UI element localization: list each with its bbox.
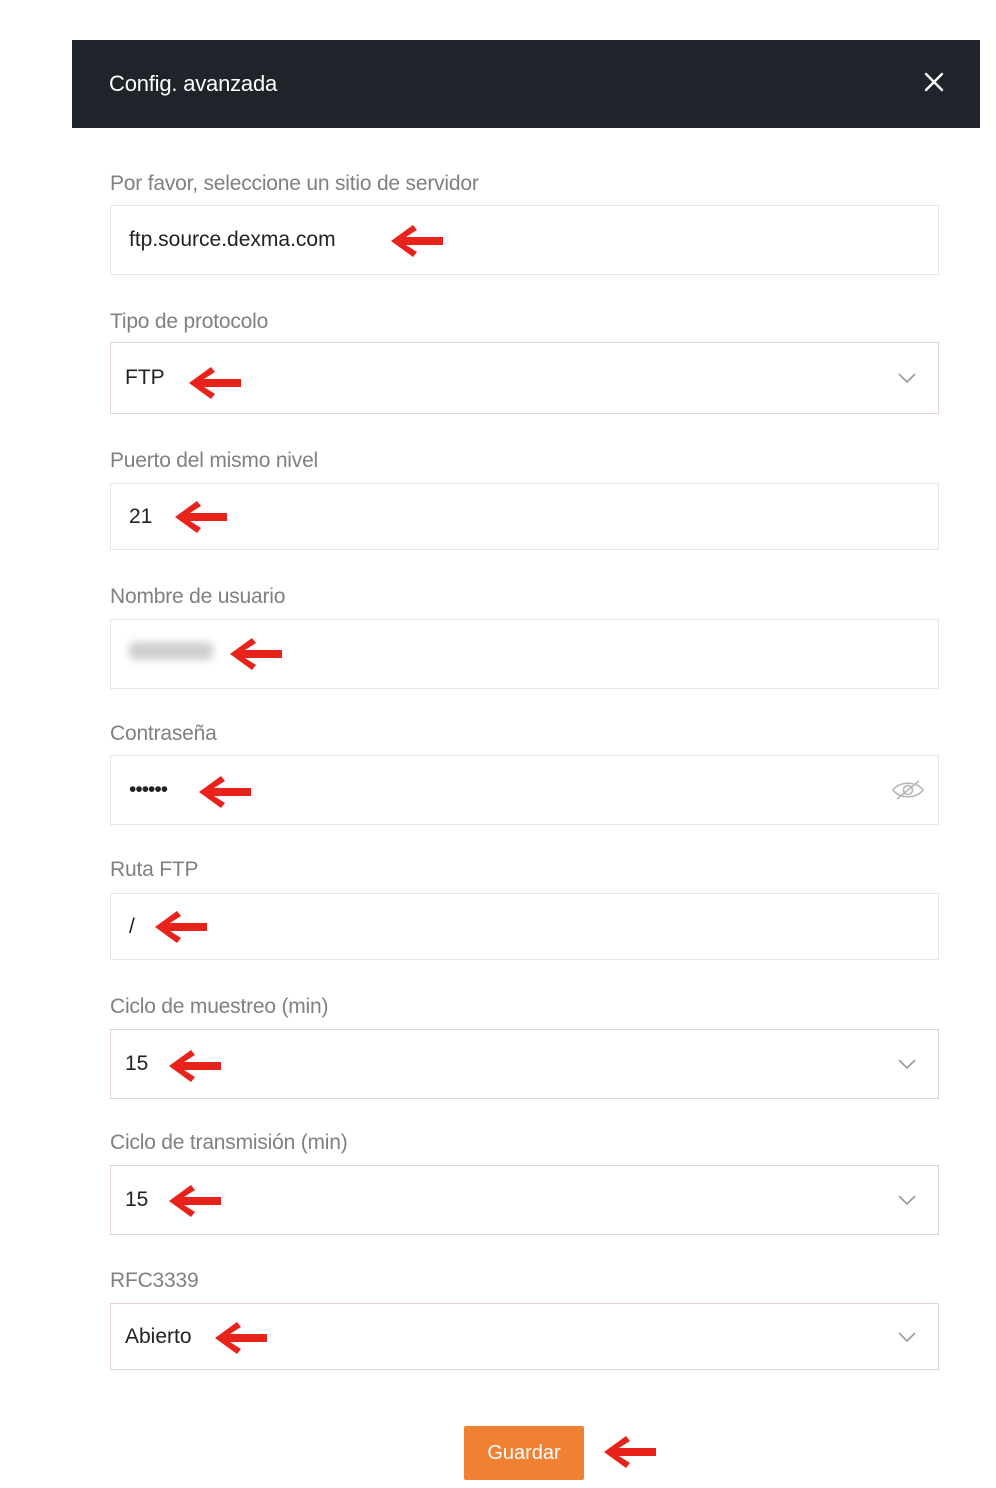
close-icon[interactable] (922, 70, 946, 94)
redacted-text (129, 642, 213, 660)
arrow-left-icon (153, 909, 209, 945)
password-input[interactable]: •••••• (110, 755, 939, 825)
sampling-cycle-select[interactable]: 15 (110, 1029, 939, 1099)
arrow-left-icon (213, 1320, 269, 1356)
protocol-value: FTP (125, 366, 165, 389)
arrow-left-icon (167, 1048, 223, 1084)
username-value (129, 642, 213, 666)
arrow-left-icon (389, 223, 445, 259)
dialog-title: Config. avanzada (109, 71, 278, 96)
server-value: ftp.source.dexma.com (129, 228, 336, 251)
protocol-select[interactable]: FTP (110, 342, 939, 414)
username-label: Nombre de usuario (110, 585, 286, 608)
sampling-cycle-value: 15 (125, 1052, 149, 1075)
port-value: 21 (129, 504, 153, 528)
password-value: •••••• (129, 778, 168, 801)
arrow-left-icon (602, 1434, 658, 1470)
server-input[interactable]: ftp.source.dexma.com (110, 205, 939, 275)
rfc3339-value: Abierto (125, 1324, 192, 1348)
transmission-cycle-value: 15 (125, 1188, 149, 1211)
transmission-cycle-select[interactable]: 15 (110, 1165, 939, 1235)
password-label: Contraseña (110, 722, 217, 745)
sampling-cycle-label: Ciclo de muestreo (min) (110, 995, 329, 1018)
arrow-left-icon (228, 636, 284, 672)
ftp-path-input[interactable]: / (110, 893, 939, 960)
arrow-left-icon (167, 1183, 223, 1219)
rfc3339-select[interactable]: Abierto (110, 1303, 939, 1370)
port-input[interactable]: 21 (110, 483, 939, 550)
ftp-path-label: Ruta FTP (110, 858, 199, 881)
save-button[interactable]: Guardar (464, 1426, 584, 1480)
rfc3339-label: RFC3339 (110, 1269, 199, 1292)
arrow-left-icon (197, 774, 253, 810)
server-label: Por favor, seleccione un sitio de servid… (110, 172, 479, 195)
chevron-down-icon (898, 1195, 916, 1205)
username-input[interactable] (110, 619, 939, 689)
chevron-down-icon (898, 1332, 916, 1342)
arrow-left-icon (173, 499, 229, 535)
dialog-header: Config. avanzada (72, 40, 980, 128)
protocol-label: Tipo de protocolo (110, 310, 269, 333)
arrow-left-icon (187, 365, 243, 401)
transmission-cycle-label: Ciclo de transmisión (min) (110, 1131, 348, 1154)
chevron-down-icon (898, 373, 916, 383)
eye-slash-icon[interactable] (890, 777, 926, 803)
port-label: Puerto del mismo nivel (110, 449, 319, 472)
ftp-path-value: / (129, 914, 135, 938)
chevron-down-icon (898, 1059, 916, 1069)
